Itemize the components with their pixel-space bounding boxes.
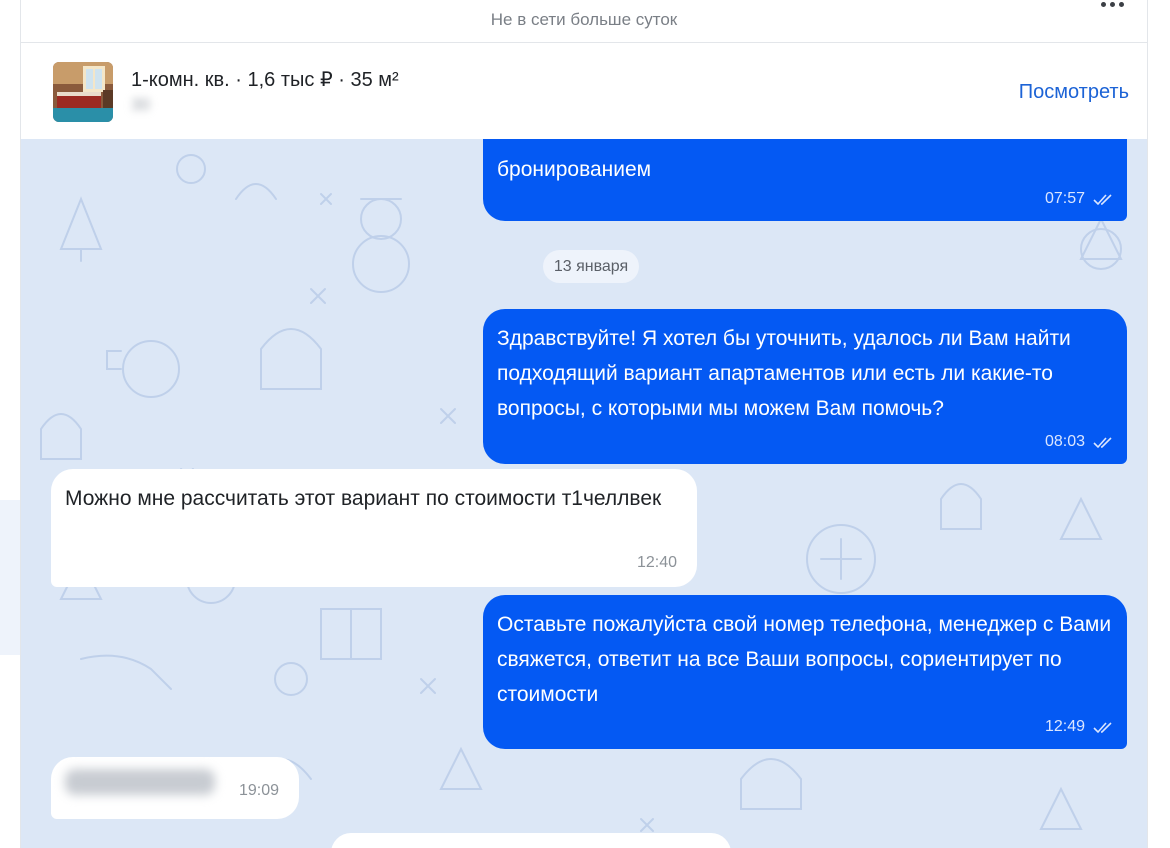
message-time: 07:57 (1044, 190, 1085, 207)
listing-photo (53, 62, 113, 122)
double-check-icon (1093, 722, 1112, 734)
message-text: Можно мне рассчитать этот вариант по сто… (65, 487, 662, 510)
contact-status: Не в сети больше суток (490, 10, 678, 29)
message-time: 12:40 (636, 554, 677, 571)
message-time: 12:49 (1044, 718, 1085, 735)
message-text: Оставьте пожалуйста свой номер телефона,… (497, 613, 1112, 706)
incoming-message[interactable]: 19:09 (51, 757, 299, 819)
outgoing-message[interactable]: бронированием 07:57 (483, 139, 1127, 221)
outgoing-message[interactable]: Оставьте пожалуйста свой номер телефона,… (483, 595, 1127, 749)
message-text: Здравствуйте! Я хотел бы уточнить, удало… (497, 327, 1071, 420)
outgoing-message[interactable]: Здравствуйте! Я хотел бы уточнить, удало… (483, 309, 1127, 464)
blurred-message-text (65, 769, 215, 795)
listing-address-blurred: 30 (131, 93, 381, 117)
double-check-icon (1093, 437, 1112, 449)
date-separator: 13 января (543, 250, 639, 283)
left-background-strip (0, 500, 20, 655)
incoming-message-partial[interactable] (331, 833, 731, 848)
view-listing-button[interactable]: Посмотреть (1019, 81, 1129, 104)
message-list[interactable]: бронированием 07:57 13 января Здравствуй… (21, 139, 1147, 848)
more-dots-icon[interactable] (1099, 0, 1129, 10)
message-time: 08:03 (1044, 433, 1085, 450)
double-check-icon (1093, 194, 1112, 206)
message-time: 19:09 (238, 782, 279, 799)
listing-title: 1-комн. кв. · 1,6 тыс ₽ · 35 м² (131, 69, 399, 91)
address-visible-fragment: 30 (131, 95, 150, 114)
chat-panel: Не в сети больше суток 1-комн. кв. · 1,6… (20, 0, 1148, 848)
incoming-message[interactable]: Можно мне рассчитать этот вариант по сто… (51, 469, 697, 587)
listing-card[interactable]: 1-комн. кв. · 1,6 тыс ₽ · 35 м² 30 Посмо… (21, 42, 1147, 140)
message-text: бронированием (497, 158, 652, 181)
